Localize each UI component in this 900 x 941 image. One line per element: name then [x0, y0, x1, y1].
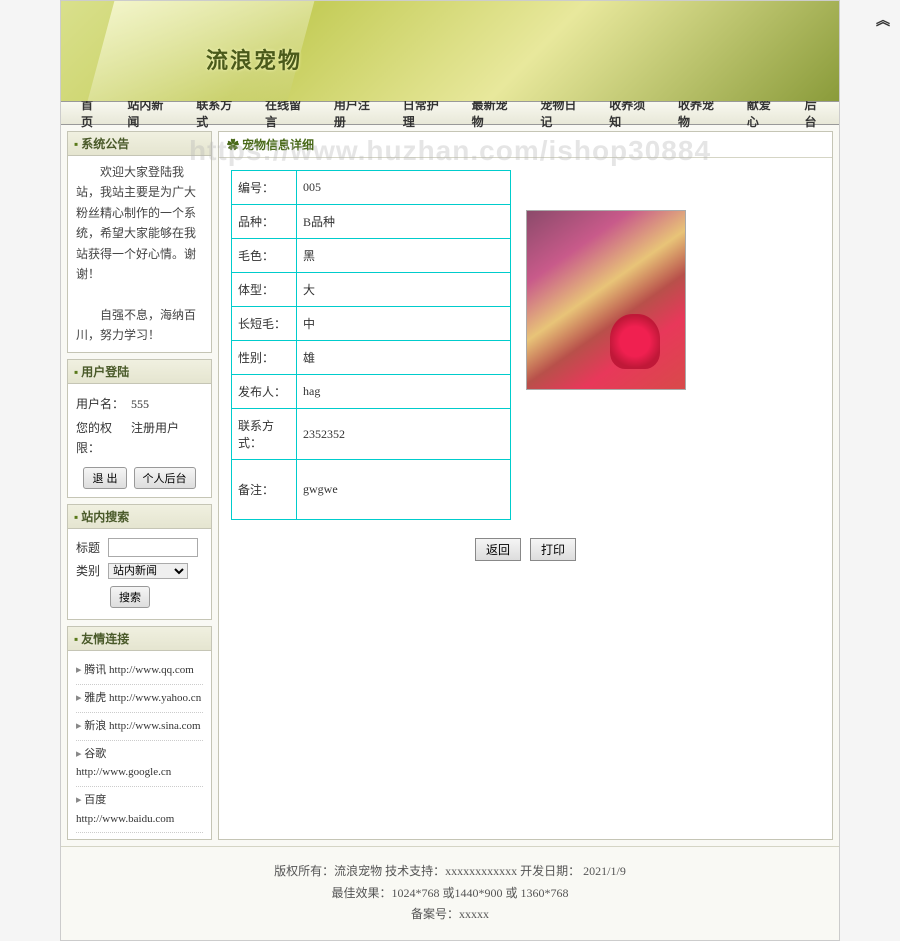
- field-value: 005: [297, 171, 511, 205]
- content-panel: 宠物信息详细 编号：005 品种：B品种 毛色：黑 体型：大 长短毛：中 性别：…: [218, 131, 833, 840]
- link-item[interactable]: 百度 http://www.baidu.com: [76, 787, 203, 833]
- nav-contact[interactable]: 联系方式: [184, 96, 253, 130]
- field-value: hag: [297, 375, 511, 409]
- table-row: 长短毛：中: [232, 307, 511, 341]
- pet-photo: [526, 210, 686, 390]
- nav-latest[interactable]: 最新宠物: [460, 96, 529, 130]
- login-perm-label: 您的权限：: [76, 418, 131, 459]
- field-label: 毛色：: [232, 239, 297, 273]
- footer-resolution: 最佳效果：1024*768 或1440*900 或 1360*768: [61, 883, 839, 905]
- table-row: 备注：gwgwe: [232, 460, 511, 520]
- field-value: 雄: [297, 341, 511, 375]
- nav-care[interactable]: 日常护理: [391, 96, 460, 130]
- search-panel: 站内搜索 标题 类别 站内新闻 搜索: [67, 504, 212, 621]
- nav-adopt-notice[interactable]: 收养须知: [597, 96, 666, 130]
- links-panel: 友情连接 腾讯 http://www.qq.com 雅虎 http://www.…: [67, 626, 212, 840]
- login-user-label: 用户名：: [76, 394, 131, 414]
- scroll-top-icon[interactable]: ︽: [876, 10, 890, 30]
- footer-icp: 备案号：xxxxx: [61, 904, 839, 926]
- field-label: 长短毛：: [232, 307, 297, 341]
- field-label: 体型：: [232, 273, 297, 307]
- ucenter-button[interactable]: 个人后台: [134, 467, 196, 489]
- link-item[interactable]: 雅虎 http://www.yahoo.cn: [76, 685, 203, 713]
- login-title: 用户登陆: [68, 360, 211, 384]
- notice-panel: 系统公告 欢迎大家登陆我站，我站主要是为广大粉丝精心制作的一个系统，希望大家能够…: [67, 131, 212, 353]
- field-value: 大: [297, 273, 511, 307]
- field-label: 性别：: [232, 341, 297, 375]
- table-row: 毛色：黑: [232, 239, 511, 273]
- table-row: 发布人：hag: [232, 375, 511, 409]
- search-button[interactable]: 搜索: [110, 586, 150, 608]
- detail-table: 编号：005 品种：B品种 毛色：黑 体型：大 长短毛：中 性别：雄 发布人：h…: [231, 170, 511, 520]
- back-button[interactable]: 返回: [475, 538, 521, 561]
- search-title-input[interactable]: [108, 538, 198, 557]
- login-perm-value: 注册用户: [131, 418, 203, 459]
- field-label: 发布人：: [232, 375, 297, 409]
- field-value: 中: [297, 307, 511, 341]
- table-row: 性别：雄: [232, 341, 511, 375]
- links-list: 腾讯 http://www.qq.com 雅虎 http://www.yahoo…: [76, 657, 203, 833]
- link-item[interactable]: 新浪 http://www.sina.com: [76, 713, 203, 741]
- search-type-select[interactable]: 站内新闻: [108, 563, 188, 579]
- field-label: 联系方式：: [232, 409, 297, 460]
- nav-adopt[interactable]: 收养宠物: [666, 96, 735, 130]
- field-value: 2352352: [297, 409, 511, 460]
- login-user-value: 555: [131, 394, 203, 414]
- nav-home[interactable]: 首页: [69, 96, 115, 130]
- links-title: 友情连接: [68, 627, 211, 651]
- content-title: 宠物信息详细: [219, 132, 832, 158]
- search-title: 站内搜索: [68, 505, 211, 529]
- table-row: 体型：大: [232, 273, 511, 307]
- table-row: 品种：B品种: [232, 205, 511, 239]
- banner: 流浪宠物: [61, 1, 839, 101]
- field-value: gwgwe: [297, 460, 511, 520]
- nav-guestbook[interactable]: 在线留言: [253, 96, 322, 130]
- main-nav: 首页 站内新闻 联系方式 在线留言 用户注册 日常护理 最新宠物 宠物日记 收养…: [61, 101, 839, 125]
- nav-news[interactable]: 站内新闻: [115, 96, 184, 130]
- link-item[interactable]: 谷歌 http://www.google.cn: [76, 741, 203, 787]
- notice-text-2: 自强不息，海纳百川，努力学习！: [76, 305, 203, 346]
- notice-text-1: 欢迎大家登陆我站，我站主要是为广大粉丝精心制作的一个系统，希望大家能够在我站获得…: [76, 162, 203, 284]
- field-label: 备注：: [232, 460, 297, 520]
- notice-title: 系统公告: [68, 132, 211, 156]
- table-row: 联系方式：2352352: [232, 409, 511, 460]
- footer: 版权所有：流浪宠物 技术支持：xxxxxxxxxxxx 开发日期： 2021/1…: [61, 846, 839, 940]
- table-row: 编号：005: [232, 171, 511, 205]
- field-value: B品种: [297, 205, 511, 239]
- sidebar: 系统公告 欢迎大家登陆我站，我站主要是为广大粉丝精心制作的一个系统，希望大家能够…: [67, 131, 212, 840]
- main-container: 流浪宠物 首页 站内新闻 联系方式 在线留言 用户注册 日常护理 最新宠物 宠物…: [60, 0, 840, 941]
- search-type-label: 类别: [76, 561, 104, 581]
- login-panel: 用户登陆 用户名： 555 您的权限： 注册用户 退 出 个人后台: [67, 359, 212, 498]
- nav-register[interactable]: 用户注册: [322, 96, 391, 130]
- field-label: 品种：: [232, 205, 297, 239]
- print-button[interactable]: 打印: [530, 538, 576, 561]
- field-label: 编号：: [232, 171, 297, 205]
- nav-admin[interactable]: 后台: [793, 96, 839, 130]
- site-title: 流浪宠物: [206, 43, 302, 75]
- field-value: 黑: [297, 239, 511, 273]
- logout-button[interactable]: 退 出: [83, 467, 126, 489]
- nav-donate[interactable]: 献爱心: [735, 96, 793, 130]
- search-title-label: 标题: [76, 538, 104, 558]
- nav-diary[interactable]: 宠物日记: [528, 96, 597, 130]
- main-area: 系统公告 欢迎大家登陆我站，我站主要是为广大粉丝精心制作的一个系统，希望大家能够…: [61, 125, 839, 846]
- link-item[interactable]: 腾讯 http://www.qq.com: [76, 657, 203, 685]
- footer-copyright: 版权所有：流浪宠物 技术支持：xxxxxxxxxxxx 开发日期： 2021/1…: [61, 861, 839, 883]
